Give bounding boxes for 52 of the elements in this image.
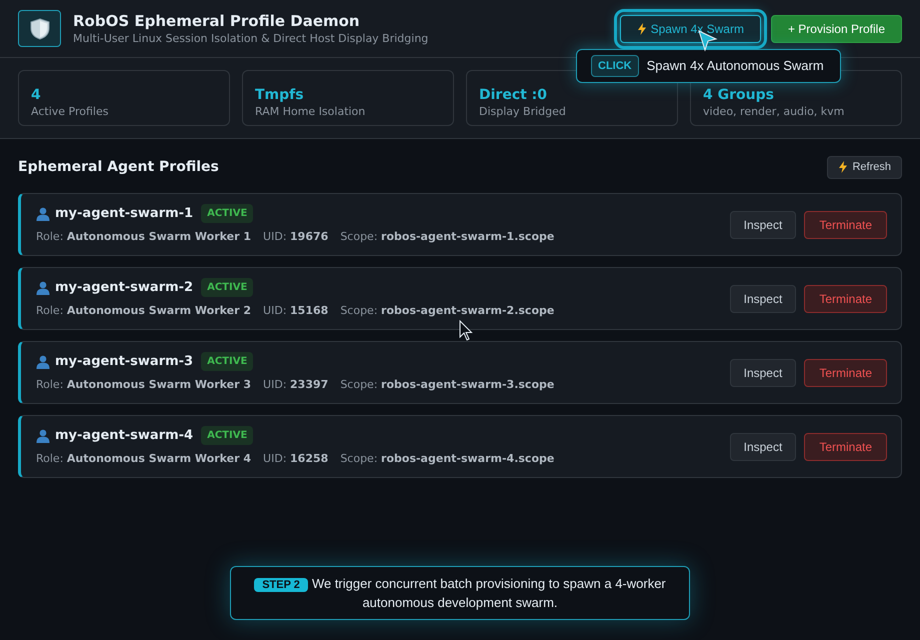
- profile-role: Role: Autonomous Swarm Worker 3: [36, 376, 252, 392]
- lightning-icon: [838, 161, 848, 173]
- lightning-icon: [636, 22, 647, 34]
- person-icon: [36, 280, 50, 295]
- profile-uid: UID: 16258: [263, 450, 328, 466]
- click-badge: CLICK: [591, 54, 639, 78]
- provision-button[interactable]: + Provision Profile: [770, 14, 902, 42]
- stat-value: Direct :0: [479, 86, 548, 104]
- profile-name: my-agent-swarm-4: [55, 427, 194, 445]
- profile-role: Role: Autonomous Swarm Worker 1: [36, 228, 252, 244]
- caption-text: STEP 2 We trigger concurrent batch provisioning to spawn a 4-worker autonomous development swarm.: [247, 574, 673, 612]
- status-badge: ACTIVE: [201, 204, 254, 224]
- terminate-button[interactable]: Terminate: [804, 358, 887, 386]
- step-badge: STEP 2: [254, 578, 308, 592]
- inspect-button[interactable]: Inspect: [730, 358, 796, 386]
- status-badge: ACTIVE: [201, 352, 254, 372]
- profile-uid: UID: 23397: [263, 376, 328, 392]
- profile-name: my-agent-swarm-3: [55, 353, 194, 371]
- app-subtitle: Multi-User Linux Session Isolation & Direct Host Display Bridging: [73, 30, 428, 46]
- person-icon: [36, 428, 50, 443]
- stat-value: Tmpfs: [255, 86, 305, 104]
- stat-label: RAM Home Isolation: [255, 104, 366, 120]
- inspect-button[interactable]: Inspect: [730, 210, 796, 238]
- shield-logo-icon: [18, 10, 61, 47]
- inspect-button[interactable]: Inspect: [730, 432, 796, 460]
- tooltip-text: Spawn 4x Autonomous Swarm: [646, 57, 824, 76]
- profile-scope: Scope: robos-agent-swarm-3.scope: [340, 376, 554, 392]
- profile-scope: Scope: robos-agent-swarm-2.scope: [340, 302, 554, 318]
- inspect-button[interactable]: Inspect: [730, 284, 796, 312]
- person-icon: [36, 354, 50, 369]
- profile-scope: Scope: robos-agent-swarm-4.scope: [340, 450, 554, 466]
- terminate-button[interactable]: Terminate: [804, 210, 887, 238]
- app-title: RobOS Ephemeral Profile Daemon: [73, 10, 361, 30]
- section-title: Ephemeral Agent Profiles: [18, 158, 219, 176]
- profile-uid: UID: 15168: [263, 302, 328, 318]
- terminate-button[interactable]: Terminate: [804, 432, 887, 460]
- status-badge: ACTIVE: [201, 278, 254, 298]
- profile-role: Role: Autonomous Swarm Worker 4: [36, 450, 252, 466]
- refresh-button[interactable]: Refresh: [827, 156, 902, 178]
- person-icon: [36, 206, 50, 221]
- status-badge: ACTIVE: [201, 426, 254, 446]
- terminate-button[interactable]: Terminate: [804, 284, 887, 312]
- stat-label: video, render, audio, kvm: [703, 104, 846, 120]
- profile-scope: Scope: robos-agent-swarm-1.scope: [340, 228, 554, 244]
- stat-label: Display Bridged: [479, 104, 567, 120]
- stat-value: 4 Groups: [703, 86, 775, 104]
- stat-value: 4: [31, 86, 42, 104]
- profile-name: my-agent-swarm-2: [55, 279, 194, 297]
- stat-label: Active Profiles: [31, 104, 110, 120]
- profile-name: my-agent-swarm-1: [55, 205, 194, 223]
- profile-role: Role: Autonomous Swarm Worker 2: [36, 302, 252, 318]
- profile-uid: UID: 19676: [263, 228, 328, 244]
